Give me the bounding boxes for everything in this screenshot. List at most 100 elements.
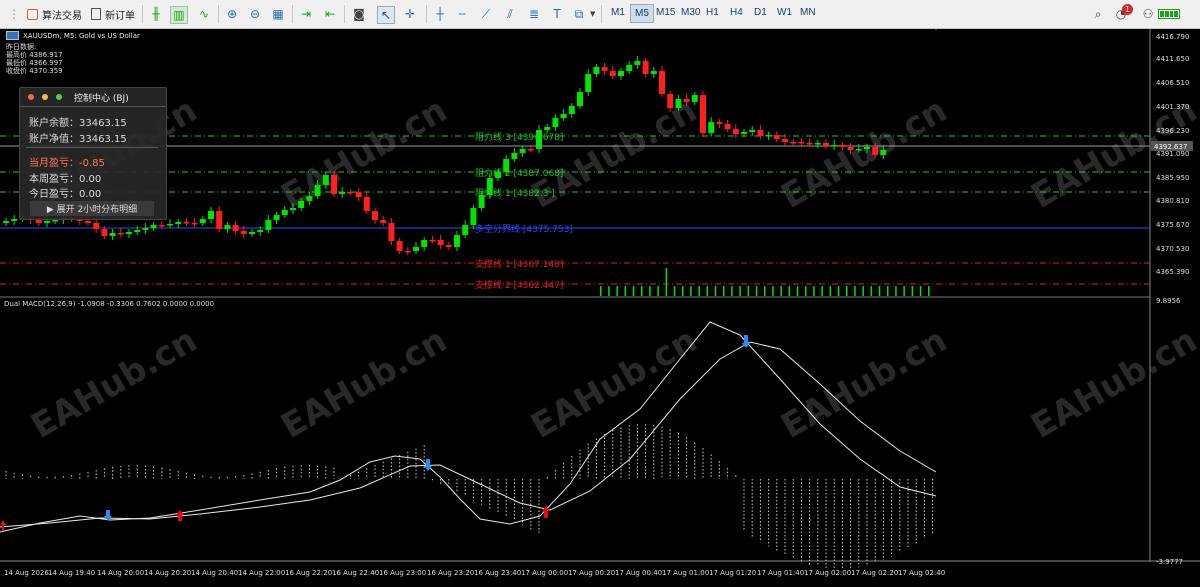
volume-bar (813, 286, 815, 296)
candle-body (364, 197, 370, 211)
timeframe-h1[interactable]: H1 (706, 7, 719, 18)
zoom-out-icon[interactable]: ⊖ (247, 6, 263, 22)
time-tick: 16 Aug 23:40 (474, 569, 521, 577)
volume-bar (731, 286, 733, 296)
candlestick-chart-icon[interactable]: ▥ (170, 6, 188, 24)
macd-axis-top: 9.8956 (1156, 297, 1181, 305)
candle-body (339, 192, 345, 194)
buy-arrow-icon (0, 520, 6, 531)
algo-trading-icon (27, 9, 38, 20)
candle-body (101, 229, 107, 236)
timeframe-w1[interactable]: W1 (777, 7, 792, 18)
horizontal-line-icon[interactable]: ╌ (454, 6, 470, 22)
candle-body (782, 139, 788, 142)
candle-body (167, 224, 173, 226)
time-tick: 17 Aug 01:20 (709, 569, 756, 577)
new-order-button[interactable]: 新订单 (91, 4, 135, 24)
candle-body (864, 147, 870, 149)
expand-distribution-button[interactable]: ▶ 展开 2小时分布明细 (30, 201, 154, 216)
price-tick: 4401.370 (1156, 103, 1189, 111)
candle-body (659, 71, 665, 94)
menu-handle-icon[interactable]: ⋮ (6, 6, 22, 22)
search-icon[interactable]: ⌕ (1090, 6, 1106, 22)
pivot-label: 多空分界线 [4375.753] (475, 223, 573, 235)
support-label-2: 支撑线 2 [4362.447] (475, 279, 563, 291)
timeframe-d1[interactable]: D1 (754, 7, 767, 18)
candle-body (749, 130, 755, 132)
control-center-panel[interactable]: 控制中心 (BJ) 账户余额：33463.15 账户净值：33463.15 当月… (19, 87, 167, 220)
candle-body (626, 65, 632, 71)
candle-body (151, 225, 157, 228)
timeframe-m15[interactable]: M15 (656, 7, 675, 18)
candle-body (757, 130, 763, 136)
algo-trading-button[interactable]: 算法交易 (27, 4, 82, 24)
chart-canvas[interactable]: EAHub.cn EAHub.cn EAHub.cn EAHub.cn EAHu… (0, 29, 1200, 583)
new-order-icon (91, 8, 101, 20)
bar-chart-icon[interactable]: ╫ (148, 6, 164, 22)
shapes-dropdown-icon[interactable]: ▼ (590, 10, 595, 18)
toolbar-separator (601, 5, 602, 23)
timeframe-mn[interactable]: MN (800, 7, 816, 18)
autoscroll-icon[interactable]: ⇥ (298, 6, 314, 22)
candle-body (536, 130, 542, 149)
volume-bar (723, 286, 725, 296)
time-tick: 16 Aug 23:00 (379, 569, 426, 577)
timeframe-m5[interactable]: M5 (630, 4, 654, 23)
candle-body (44, 221, 50, 223)
maximize-dot-icon[interactable] (56, 94, 62, 100)
time-tick: 17 Aug 00:00 (521, 569, 568, 577)
candle-body (725, 124, 731, 129)
toolbar-separator (426, 5, 427, 23)
vertical-line-icon[interactable]: ┼ (432, 6, 448, 22)
volume-bar (666, 268, 668, 296)
time-tick: 17 Aug 01:00 (662, 569, 709, 577)
candle-body (561, 114, 567, 118)
equidistant-channel-icon[interactable]: ⫽ (502, 6, 518, 22)
candle-body (733, 129, 739, 134)
candle-body (126, 232, 132, 234)
chart-window[interactable]: EAHub.cn EAHub.cn EAHub.cn EAHub.cn EAHu… (0, 29, 1200, 583)
cursor-icon[interactable]: ↖ (377, 6, 395, 24)
minimize-dot-icon[interactable] (42, 94, 48, 100)
volume-bar (715, 286, 717, 296)
volume-bar (821, 286, 823, 296)
close-dot-icon[interactable] (28, 94, 34, 100)
price-tick: 4370.530 (1156, 245, 1189, 253)
zoom-in-icon[interactable]: ⊕ (224, 6, 240, 22)
chart-shift-icon[interactable]: ⇤ (322, 6, 338, 22)
crosshair-icon[interactable]: ✛ (402, 6, 418, 22)
panel-header[interactable]: 控制中心 (BJ) (20, 88, 166, 107)
price-axis[interactable]: 4416.790 4411.650 4406.510 4401.370 4396… (1156, 33, 1189, 276)
candle-body (192, 223, 198, 225)
text-icon[interactable]: T (549, 6, 565, 22)
toolbar-separator (218, 5, 219, 23)
candle-body (413, 247, 419, 251)
line-chart-icon[interactable]: ∿ (196, 6, 212, 22)
candle-body (495, 172, 501, 178)
trendline-icon[interactable]: ⟋ (478, 6, 494, 22)
time-tick: 17 Aug 00:40 (615, 569, 662, 577)
time-tick: 16 Aug 22:40 (332, 569, 379, 577)
volume-bar (616, 286, 618, 296)
candle-body (11, 219, 17, 221)
candle-body (175, 222, 181, 224)
candle-body (183, 222, 189, 224)
panel-divider (26, 147, 158, 148)
shapes-icon[interactable]: ⧉ (571, 6, 587, 22)
time-axis[interactable]: 14 Aug 2026 14 Aug 19:40 14 Aug 20:00 14… (4, 569, 945, 577)
screenshot-icon[interactable]: ◙ (351, 6, 367, 22)
account-icon[interactable]: ⚇ (1140, 6, 1156, 22)
timeframe-h4[interactable]: H4 (730, 7, 743, 18)
candle-body (807, 143, 813, 145)
candle-body (569, 106, 575, 114)
fibonacci-icon[interactable]: ≣ (526, 6, 542, 22)
timeframe-m1[interactable]: M1 (611, 7, 625, 18)
grid-icon[interactable]: ▦ (270, 6, 286, 22)
time-tick: 17 Aug 02:00 (804, 569, 851, 577)
candle-body (3, 221, 9, 223)
timeframe-m30[interactable]: M30 (681, 7, 700, 18)
connection-status-icon[interactable] (1158, 9, 1180, 19)
price-tick: 4375.670 (1156, 221, 1189, 229)
panel-title: 控制中心 (BJ) (74, 91, 129, 104)
month-pl-label: 当月盈亏： (29, 158, 79, 169)
